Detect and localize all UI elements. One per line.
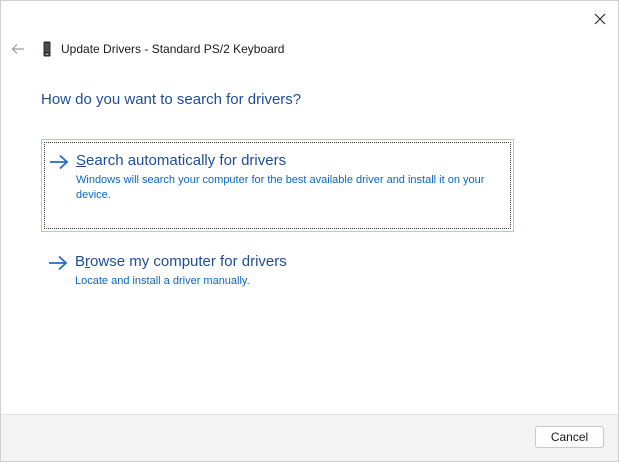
option-description: Windows will search your computer for th… [76, 174, 485, 201]
option-title-first: B [75, 253, 86, 270]
option-title-rest: earch automatically for drivers [86, 152, 287, 169]
close-button[interactable] [583, 5, 617, 33]
option-title-rest: owse my computer for drivers [90, 253, 287, 270]
search-automatically-option[interactable]: Search automatically for drivers Windows… [41, 139, 514, 232]
window-title: Update Drivers - Standard PS/2 Keyboard [61, 42, 285, 56]
arrow-right-icon [50, 154, 69, 170]
arrow-right-icon [49, 255, 68, 271]
browse-computer-option[interactable]: Browse my computer for drivers Locate an… [41, 242, 514, 302]
option-title: Search automatically for drivers [76, 152, 506, 170]
update-drivers-window: Update Drivers - Standard PS/2 Keyboard … [0, 0, 619, 462]
option-description: Locate and install a driver manually. [75, 275, 250, 287]
keyboard-device-icon [43, 41, 51, 57]
access-key: S [76, 152, 87, 169]
close-icon [594, 13, 606, 25]
back-button[interactable] [7, 39, 29, 59]
back-arrow-icon [11, 44, 24, 54]
dialog-footer: Cancel [1, 414, 618, 461]
cancel-button[interactable]: Cancel [535, 426, 604, 448]
option-title: Browse my computer for drivers [75, 253, 505, 271]
page-heading: How do you want to search for drivers? [41, 91, 302, 108]
